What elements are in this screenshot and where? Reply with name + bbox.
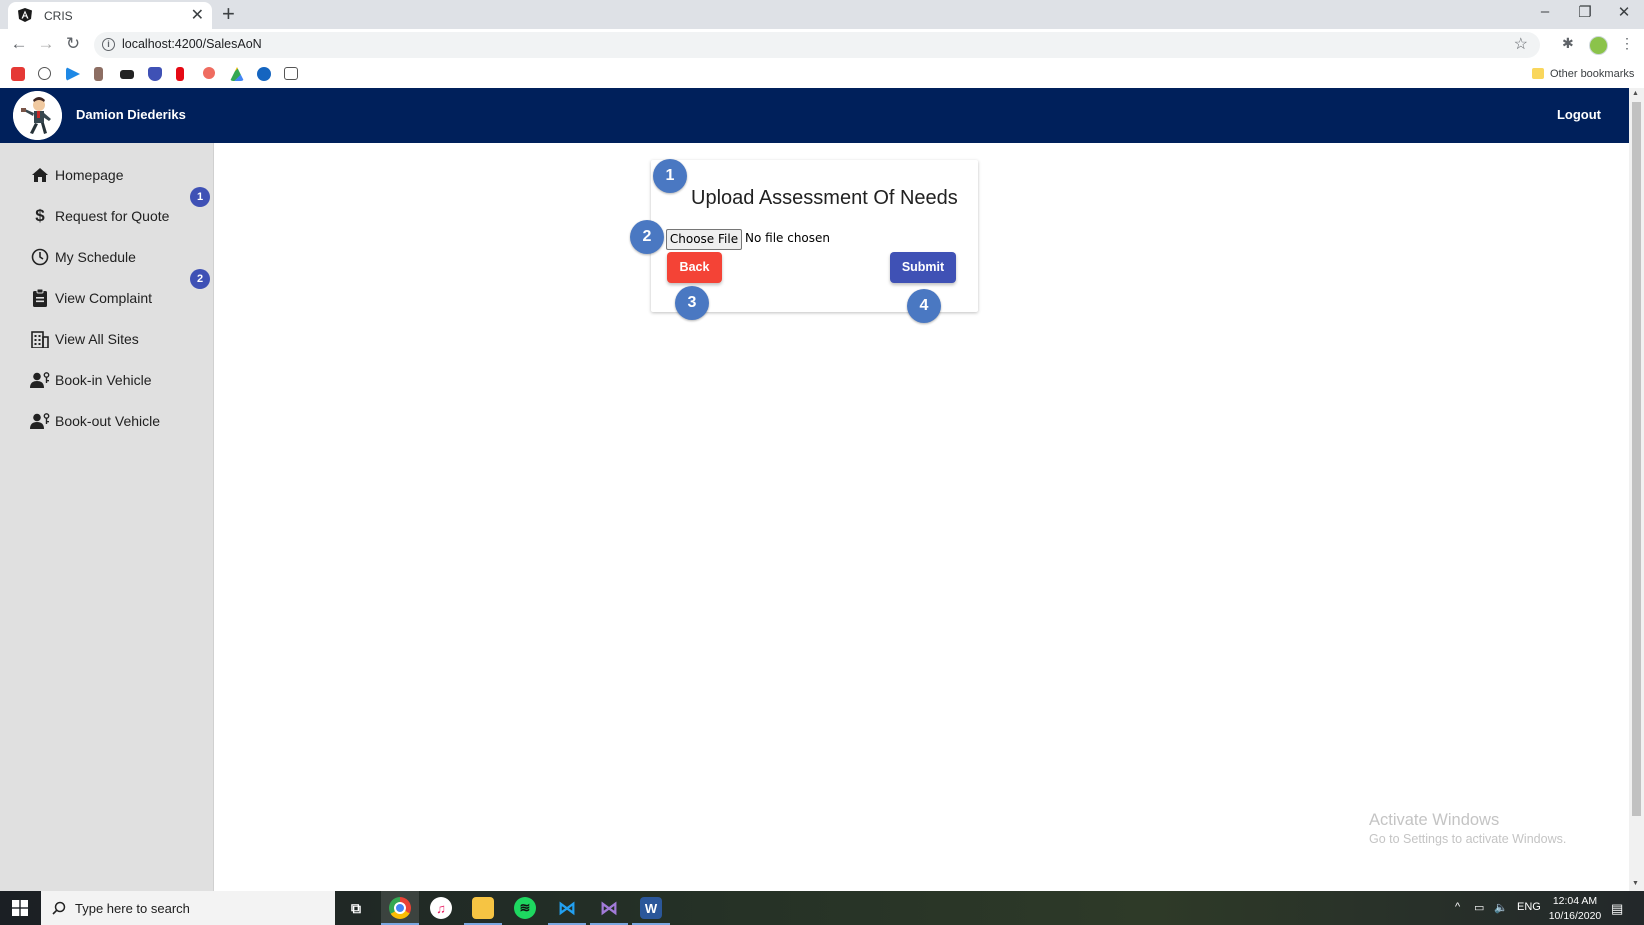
dollar-icon: $: [35, 206, 45, 225]
sidebar-item-request-for-quote[interactable]: $ Request for Quote: [30, 204, 169, 228]
taskbar-search-box[interactable]: Type here to search: [41, 891, 335, 925]
browser-tab[interactable]: CRIS ✕: [8, 2, 212, 29]
step-badge: 2: [190, 269, 210, 289]
sidebar: Homepage $ Request for Quote My Schedule…: [0, 143, 214, 891]
sidebar-item-label: Request for Quote: [55, 208, 170, 224]
file-status-text: No file chosen: [745, 231, 831, 245]
submit-button[interactable]: Submit: [890, 252, 956, 283]
back-arrow-icon[interactable]: ←: [8, 34, 30, 54]
language-indicator[interactable]: ENG: [1517, 901, 1541, 913]
user-key-icon: [30, 411, 50, 431]
itunes-icon[interactable]: ♫: [430, 897, 452, 919]
sidebar-item-label: View All Sites: [55, 331, 139, 347]
folder-icon: [1532, 68, 1544, 79]
page-title: Upload Assessment Of Needs: [691, 187, 958, 209]
sidebar-item-label: Book-out Vehicle: [55, 413, 161, 429]
new-tab-button[interactable]: +: [222, 1, 235, 27]
shield-bookmark-icon[interactable]: [148, 67, 162, 81]
address-bar[interactable]: i localhost:4200/SalesAoN ☆: [94, 32, 1540, 58]
search-placeholder: Type here to search: [75, 901, 190, 916]
vscode-icon[interactable]: ⋈: [556, 897, 578, 919]
activate-windows-subtitle: Go to Settings to activate Windows.: [1369, 832, 1567, 846]
sidebar-item-label: View Complaint: [55, 290, 153, 306]
user-name: Damion Diederiks: [76, 107, 186, 122]
sidebar-item-view-complaint[interactable]: View Complaint: [30, 286, 152, 310]
volume-icon[interactable]: 🔈: [1494, 901, 1508, 914]
clock-icon: [30, 247, 50, 267]
forward-arrow-icon[interactable]: →: [35, 34, 57, 54]
word-icon[interactable]: W: [640, 897, 662, 919]
avatar: [13, 91, 62, 140]
globe-bookmark-icon[interactable]: [257, 67, 271, 81]
sidebar-item-book-out-vehicle[interactable]: Book-out Vehicle: [30, 409, 160, 433]
site-info-icon[interactable]: i: [102, 38, 115, 51]
profile-avatar[interactable]: [1589, 36, 1608, 55]
tray-chevron-icon[interactable]: ^: [1455, 901, 1460, 913]
browser-tab-strip: CRIS ✕ + – ❐ ✕: [0, 0, 1644, 29]
choose-file-button[interactable]: Choose File: [666, 229, 742, 250]
scroll-thumb[interactable]: [1632, 102, 1641, 816]
task-view-icon[interactable]: ⧉: [345, 897, 367, 919]
step-marker: 4: [907, 289, 941, 323]
step-marker: 2: [630, 220, 664, 254]
clock-date: 10/16/2020: [1548, 910, 1602, 922]
home-icon: [30, 165, 50, 185]
avatar-icon: [13, 91, 62, 140]
sidebar-item-book-in-vehicle[interactable]: Book-in Vehicle: [30, 368, 152, 392]
google-drive-bookmark-icon[interactable]: [230, 67, 244, 81]
visual-studio-icon[interactable]: ⋈: [598, 897, 620, 919]
windows-start-icon[interactable]: [12, 900, 28, 916]
asana-bookmark-icon[interactable]: [203, 67, 215, 79]
speedometer-bookmark-icon[interactable]: [38, 67, 51, 80]
play-bookmark-icon[interactable]: [66, 67, 80, 81]
sidebar-item-label: Homepage: [55, 167, 124, 183]
back-button[interactable]: Back: [667, 252, 722, 283]
java-bookmark-icon[interactable]: [94, 67, 103, 81]
step-badge: 1: [190, 187, 210, 207]
app-header: Damion Diederiks Logout: [0, 88, 1629, 143]
clock[interactable]: 12:04 AM 10/16/2020: [1544, 894, 1606, 924]
activate-windows-title: Activate Windows: [1369, 811, 1500, 829]
search-icon: [52, 901, 66, 915]
clock-time: 12:04 AM: [1552, 895, 1598, 907]
netflix-bookmark-icon[interactable]: [176, 67, 184, 81]
reload-icon[interactable]: ↻: [62, 34, 84, 54]
other-bookmarks[interactable]: Other bookmarks: [1550, 68, 1634, 80]
imdb-bookmark-icon[interactable]: [120, 70, 134, 79]
extensions-icon[interactable]: ✱: [1562, 35, 1574, 52]
network-icon[interactable]: ▭: [1474, 901, 1484, 914]
page-scrollbar[interactable]: ▲ ▼: [1629, 88, 1644, 891]
scroll-up-icon[interactable]: ▲: [1632, 90, 1639, 97]
building-icon: [30, 329, 50, 349]
minimize-button[interactable]: –: [1530, 3, 1560, 20]
tab-close-icon[interactable]: ✕: [191, 5, 204, 25]
scroll-down-icon[interactable]: ▼: [1632, 880, 1639, 887]
tab-title: CRIS: [44, 9, 73, 23]
window-close-button[interactable]: ✕: [1609, 3, 1639, 21]
sidebar-item-label: My Schedule: [55, 249, 136, 265]
step-marker: 3: [675, 286, 709, 320]
notifications-icon[interactable]: ▤: [1611, 901, 1623, 917]
url-text[interactable]: localhost:4200/SalesAoN: [122, 37, 262, 51]
chrome-icon[interactable]: [389, 897, 411, 919]
sidebar-item-label: Book-in Vehicle: [55, 372, 152, 388]
sidebar-item-my-schedule[interactable]: My Schedule: [30, 245, 136, 269]
logout-button[interactable]: Logout: [1557, 107, 1601, 122]
bookmarks-bar: Other bookmarks: [0, 61, 1644, 89]
browser-menu-icon[interactable]: ⋮: [1620, 35, 1634, 52]
angular-icon: [18, 8, 32, 22]
clipboard-icon: [30, 288, 50, 308]
file-explorer-icon[interactable]: [472, 897, 494, 919]
sidebar-item-view-all-sites[interactable]: View All Sites: [30, 327, 139, 351]
taskbar: Type here to search ⧉ ♫ ≋ ⋈ ⋈ W ^ ▭ 🔈 EN…: [0, 891, 1644, 925]
spotify-icon[interactable]: ≋: [514, 897, 536, 919]
youtube-bookmark-icon[interactable]: [11, 67, 25, 81]
bookmark-star-icon[interactable]: ☆: [1514, 34, 1528, 54]
sidebar-item-homepage[interactable]: Homepage: [30, 163, 124, 187]
user-key-icon: [30, 370, 50, 390]
cr-bookmark-icon[interactable]: [284, 67, 298, 80]
step-marker: 1: [653, 159, 687, 193]
restore-button[interactable]: ❐: [1570, 3, 1600, 21]
browser-toolbar: ← → ↻ i localhost:4200/SalesAoN ☆: [0, 29, 1644, 61]
